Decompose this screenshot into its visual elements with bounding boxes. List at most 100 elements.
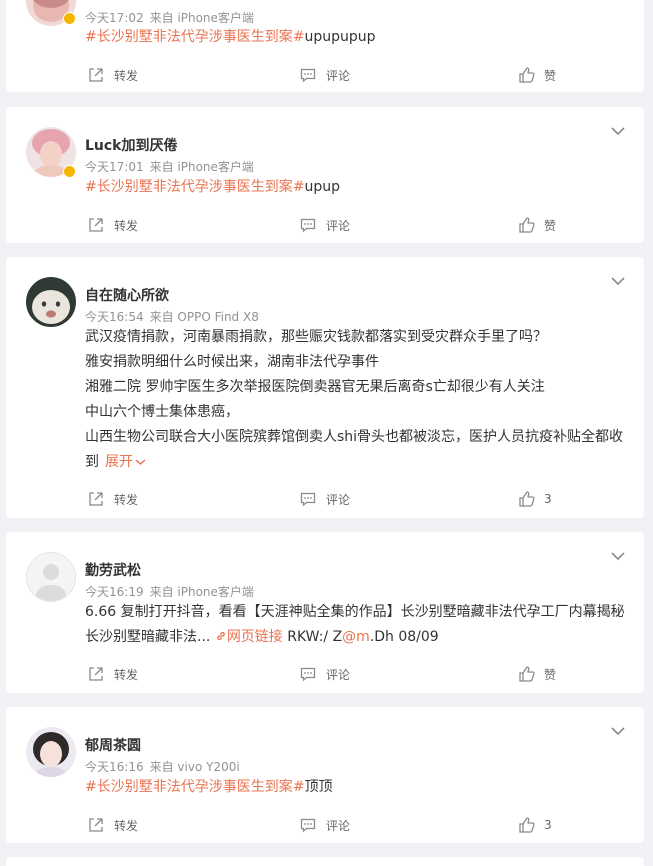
repost-icon (89, 492, 103, 506)
comment-label: 评论 (326, 818, 351, 833)
post-text-suffix: 顶顶 (304, 779, 333, 795)
post-text-line: 湘雅二院 罗帅宇医生多次举报医院倒卖器官无果后离奇s亡却很少有人关注 (85, 379, 545, 395)
post-text: 武汉疫情捐款，河南暴雨捐款，那些赈灾钱款都落实到受灾群众手里了吗？ 雅安捐款明细… (85, 325, 630, 475)
post-time: 今天16:19 (85, 585, 144, 599)
expand-label: 展开 (105, 454, 133, 470)
comment-button[interactable]: 评论 (300, 815, 350, 835)
like-button[interactable]: 3 (518, 489, 552, 509)
comment-card: 自在随心所欲 今天16:54 来自 OPPO Find X8 武汉疫情捐款，河南暴… (6, 257, 644, 518)
comment-icon (300, 818, 316, 833)
post-meta: 今天17:02 来自 iPhone客户端 (85, 9, 254, 26)
post-time: 今天16:16 (85, 760, 144, 774)
mention-link[interactable]: @m (342, 629, 370, 645)
chevron-down-icon[interactable] (610, 550, 626, 562)
post-text: 6.66 复制打开抖音，看看【天涯神贴全集的作品】长沙别墅暗藏非法代孕工厂内幕揭… (85, 600, 630, 650)
post-text-line: 武汉疫情捐款，河南暴雨捐款，那些赈灾钱款都落实到受灾群众手里了吗？ (85, 329, 547, 345)
post-meta: 今天16:19 来自 iPhone客户端 (85, 583, 254, 600)
post-meta: 今天17:01 来自 iPhone客户端 (85, 158, 254, 175)
avatar[interactable] (26, 277, 76, 327)
topic-link[interactable]: #长沙别墅非法代孕涉事医生到案# (85, 779, 304, 795)
action-bar: 转发 评论 3 (6, 489, 644, 509)
username[interactable]: 勤劳武松 (85, 560, 141, 580)
repost-button[interactable]: 转发 (88, 215, 138, 235)
post-text-line: 6.66 复制打开抖音，看看【天涯神贴全集的作品】长沙别墅暗藏非法代孕工厂内幕揭… (85, 604, 625, 620)
action-bar: 转发 评论 赞 (6, 664, 644, 684)
repost-button[interactable]: 转发 (88, 815, 138, 835)
post-meta: 今天16:54 来自 OPPO Find X8 (85, 308, 259, 325)
post-text-suffix: upup (304, 179, 340, 195)
username[interactable]: 自在随心所欲 (85, 285, 169, 305)
post-text-code: .Dh 08/09 (369, 629, 439, 645)
post-source: 来自 iPhone客户端 (149, 585, 254, 599)
post-text-line: 山西生物公司联合大小医院殡葬馆倒卖人shi骨头也都被淡忘，医护人员抗疫补贴全都收 (85, 429, 624, 445)
comment-label: 评论 (326, 492, 351, 507)
avatar[interactable] (26, 727, 76, 777)
topic-link[interactable]: #长沙别墅非法代孕涉事医生到案# (85, 179, 304, 195)
thumbs-up-icon (519, 666, 535, 682)
comment-button[interactable]: 评论 (300, 664, 350, 684)
like-label: 赞 (544, 68, 557, 83)
like-button[interactable]: 赞 (518, 65, 556, 85)
chevron-down-icon[interactable] (610, 725, 626, 737)
action-bar: 转发 评论 3 (6, 815, 644, 835)
comment-label: 评论 (326, 68, 351, 83)
comment-card (6, 857, 644, 866)
repost-icon (89, 818, 103, 832)
web-link[interactable]: 网页链接 (215, 629, 283, 645)
like-button[interactable]: 3 (518, 815, 552, 835)
like-count: 3 (544, 818, 552, 832)
comment-icon (300, 492, 316, 507)
repost-label: 转发 (114, 492, 139, 507)
like-label: 赞 (544, 667, 557, 682)
web-link-label: 网页链接 (226, 629, 283, 645)
chevron-down-icon[interactable] (610, 125, 626, 137)
like-count: 3 (544, 492, 552, 506)
post-text-line: 长沙别墅暗藏非法... (85, 629, 211, 645)
comment-button[interactable]: 评论 (300, 215, 350, 235)
like-button[interactable]: 赞 (518, 215, 556, 235)
comment-icon (300, 667, 316, 682)
chevron-down-icon[interactable] (610, 275, 626, 287)
like-button[interactable]: 赞 (518, 664, 556, 684)
post-text-code: RKW:/ Z (287, 629, 343, 645)
repost-label: 转发 (114, 818, 139, 833)
post-text-line: 雅安捐款明细什么时候出来，湖南非法代孕事件 (85, 354, 379, 370)
comment-card: 今天17:02 来自 iPhone客户端 #长沙别墅非法代孕涉事医生到案#upup… (6, 0, 644, 92)
repost-icon (89, 667, 103, 681)
comment-icon (300, 218, 316, 233)
post-time: 今天17:02 (85, 11, 144, 25)
repost-icon (89, 218, 103, 232)
post-text-line: 到 (85, 454, 99, 470)
comment-button[interactable]: 评论 (300, 489, 350, 509)
action-bar: 转发 评论 赞 (6, 65, 644, 85)
comment-card: 勤劳武松 今天16:19 来自 iPhone客户端 6.66 复制打开抖音，看看【… (6, 532, 644, 693)
post-text: #长沙别墅非法代孕涉事医生到案#upupupup (85, 25, 630, 50)
thumbs-up-icon (519, 817, 535, 833)
username[interactable]: 郁周茶圆 (85, 735, 141, 755)
post-time: 今天17:01 (85, 160, 144, 174)
post-text: #长沙别墅非法代孕涉事医生到案#顶顶 (85, 775, 630, 800)
username[interactable]: Luck加到厌倦 (85, 135, 178, 155)
comment-button[interactable]: 评论 (300, 65, 350, 85)
thumbs-up-icon (519, 67, 535, 83)
comment-label: 评论 (326, 667, 351, 682)
repost-button[interactable]: 转发 (88, 65, 138, 85)
comment-card: 郁周茶圆 今天16:16 来自 vivo Y200i #长沙别墅非法代孕涉事医生到… (6, 707, 644, 843)
topic-link[interactable]: #长沙别墅非法代孕涉事医生到案# (85, 29, 304, 45)
verified-badge-icon (63, 165, 76, 178)
repost-label: 转发 (114, 218, 139, 233)
comment-label: 评论 (326, 218, 351, 233)
thumbs-up-icon (519, 491, 535, 507)
comment-icon (300, 68, 316, 83)
repost-label: 转发 (114, 68, 139, 83)
thumbs-up-icon (519, 217, 535, 233)
post-source: 来自 vivo Y200i (149, 760, 240, 774)
post-meta: 今天16:16 来自 vivo Y200i (85, 758, 240, 775)
post-source: 来自 iPhone客户端 (149, 11, 254, 25)
link-icon (216, 631, 225, 641)
repost-label: 转发 (114, 667, 139, 682)
repost-button[interactable]: 转发 (88, 664, 138, 684)
repost-button[interactable]: 转发 (88, 489, 138, 509)
expand-button[interactable]: 展开 (105, 454, 146, 470)
avatar[interactable] (26, 552, 76, 602)
